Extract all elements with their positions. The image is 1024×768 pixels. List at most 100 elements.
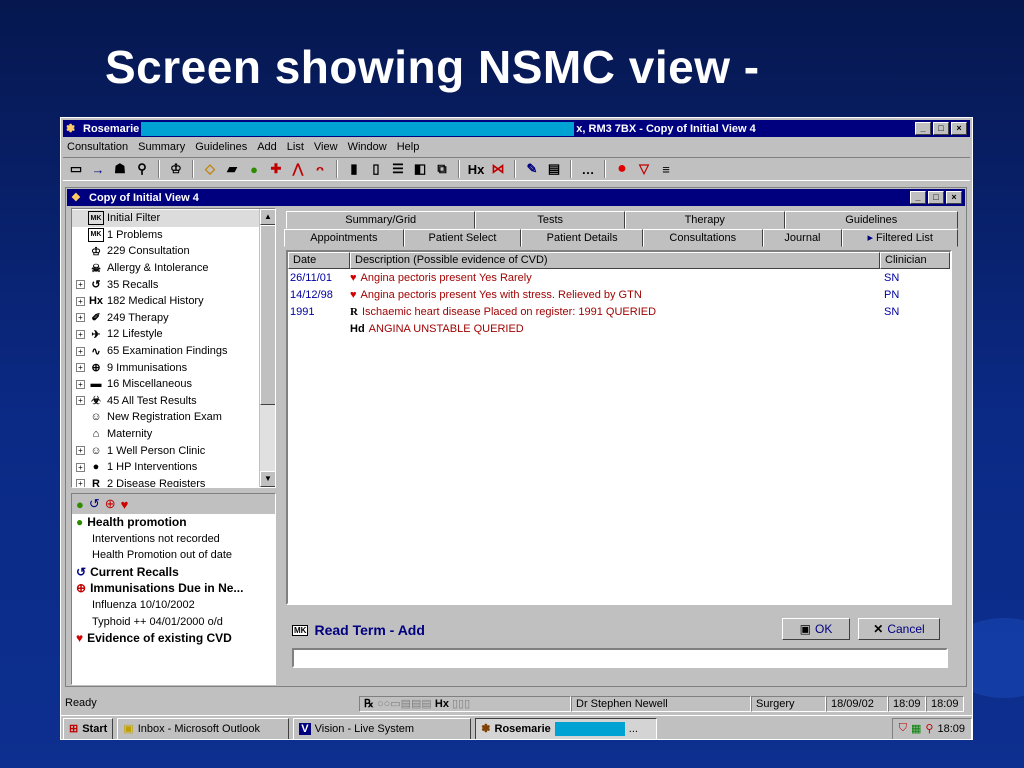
taskbar-rosemarie[interactable]: ✽ Rosemarie ... (475, 717, 658, 739)
expand-icon[interactable]: + (76, 296, 85, 306)
expand-icon[interactable]: + (76, 479, 85, 487)
notes-icon[interactable]: ▰ (223, 160, 241, 178)
child-maximize-button[interactable]: □ (928, 191, 944, 204)
expand-icon[interactable]: + (76, 346, 85, 356)
tree-item[interactable]: + ⊕ 9 Immunisations (72, 359, 259, 376)
menu-consultation[interactable]: Consultation (67, 141, 128, 153)
search-icon[interactable]: ⚲ (925, 722, 933, 735)
expand-icon[interactable]: + (76, 313, 85, 323)
page-icon[interactable]: ▯ (367, 160, 385, 178)
lifestyle-icon[interactable]: ⋀ (289, 160, 307, 178)
menu-guidelines[interactable]: Guidelines (195, 141, 247, 153)
scroll-down-arrow[interactable]: ▼ (260, 471, 275, 487)
table-row[interactable]: 14/12/98 ♥ Angina pectoris present Yes wit… (288, 286, 950, 303)
tab-summary-grid[interactable]: Summary/Grid (286, 211, 476, 229)
taskbar-vision[interactable]: V Vision - Live System (293, 717, 472, 739)
sort-icon[interactable]: ≡ (657, 160, 675, 178)
tree-item[interactable]: ☺ New Registration Exam (72, 409, 259, 426)
tree-item[interactable]: + ● 1 HP Interventions (72, 459, 259, 476)
family-icon[interactable]: ☗ (111, 160, 129, 178)
child-close-button[interactable]: × (946, 191, 962, 204)
maximize-button[interactable]: □ (933, 122, 949, 135)
tree-item[interactable]: + Hx 182 Medical History (72, 293, 259, 310)
menu-list[interactable]: List (287, 141, 304, 153)
document-icon[interactable]: ▤ (545, 160, 563, 178)
expand-icon[interactable]: + (76, 280, 85, 290)
tab-appointments[interactable]: Appointments (284, 229, 404, 247)
minimize-button[interactable]: _ (915, 122, 931, 135)
allergy-icon[interactable]: ◇ (201, 160, 219, 178)
filter-icon[interactable]: ▽ (635, 160, 653, 178)
tab-filtered-list[interactable]: ▸ Filtered List (842, 229, 958, 247)
tree-item[interactable]: MK 1 Problems (72, 227, 259, 244)
read-term-input[interactable] (292, 648, 948, 668)
tree-scrollbar[interactable]: ▲ ▼ (259, 209, 275, 487)
patient-arrow-icon[interactable]: → (89, 160, 107, 178)
expand-icon[interactable]: + (76, 329, 85, 339)
tree-item[interactable]: MK Initial Filter (72, 210, 259, 227)
child-minimize-button[interactable]: _ (910, 191, 926, 204)
tree-item[interactable]: + ☺ 1 Well Person Clinic (72, 442, 259, 459)
apple-icon[interactable]: ● (76, 497, 84, 512)
cross-icon[interactable]: ✚ (267, 160, 285, 178)
tree-item[interactable]: + ✈ 12 Lifestyle (72, 326, 259, 343)
tab-therapy[interactable]: Therapy (625, 211, 785, 229)
tree-item[interactable]: ⌂ Maternity (72, 426, 259, 443)
expand-icon[interactable]: + (76, 396, 85, 406)
network-icon[interactable]: ▦ (911, 722, 921, 735)
more-icon[interactable]: … (579, 160, 597, 178)
expand-icon[interactable]: + (76, 363, 85, 373)
taskbar-outlook[interactable]: ▣ Inbox - Microsoft Outlook (117, 717, 290, 739)
scroll-up-arrow[interactable]: ▲ (260, 209, 275, 225)
magnify-icon[interactable]: ⚲ (133, 160, 151, 178)
menu-summary[interactable]: Summary (138, 141, 185, 153)
tree-item[interactable]: + ▬ 16 Miscellaneous (72, 376, 259, 393)
menu-help[interactable]: Help (397, 141, 420, 153)
tab-guidelines[interactable]: Guidelines (784, 211, 959, 229)
tree-item[interactable]: ♔ 229 Consultation (72, 243, 259, 260)
syringe-icon[interactable]: ✎ (523, 160, 541, 178)
heart-icon[interactable]: ♥ (121, 497, 129, 512)
close-button[interactable]: × (951, 122, 967, 135)
tab-consultations[interactable]: Consultations (642, 229, 763, 247)
tab-patient-select[interactable]: Patient Select (403, 229, 522, 247)
table-row[interactable]: Hd ANGINA UNSTABLE QUERIED (288, 320, 950, 337)
expand-icon[interactable]: + (76, 379, 85, 389)
shield-icon[interactable]: ⛉ (899, 722, 907, 735)
ok-button[interactable]: ▣ OK (782, 618, 850, 640)
book-icon[interactable]: ▮ (345, 160, 363, 178)
scroll-thumb[interactable] (260, 225, 275, 405)
apple-icon[interactable]: ● (245, 160, 263, 178)
list-icon[interactable]: ☰ (389, 160, 407, 178)
tree-item[interactable]: + ↺ 35 Recalls (72, 276, 259, 293)
copy-icon[interactable]: ⧉ (433, 160, 451, 178)
tree-item[interactable]: + ∿ 65 Examination Findings (72, 343, 259, 360)
tree-item[interactable]: ☠ Allergy & Intolerance (72, 260, 259, 277)
table-row[interactable]: 26/11/01 ♥ Angina pectoris present Yes Rar… (288, 269, 950, 286)
menu-window[interactable]: Window (348, 141, 387, 153)
menu-view[interactable]: View (314, 141, 338, 153)
tab-patient-details[interactable]: Patient Details (521, 229, 643, 247)
chair-icon[interactable]: ♔ (167, 160, 185, 178)
expand-icon[interactable]: + (76, 462, 85, 472)
tree-item[interactable]: + ☣ 45 All Test Results (72, 393, 259, 410)
column-header-description[interactable]: Description (Possible evidence of CVD) (350, 252, 880, 269)
table-row[interactable]: 1991 R Ischaemic heart disease Placed on r… (288, 303, 950, 320)
start-button[interactable]: ⊞ Start (63, 717, 114, 739)
recall-icon[interactable]: ᴖ (311, 160, 329, 178)
contacts-icon[interactable]: ◧ (411, 160, 429, 178)
tab-tests[interactable]: Tests (475, 211, 625, 229)
tree-item[interactable]: + ✐ 249 Therapy (72, 310, 259, 327)
recall-icon[interactable]: ↺ (89, 496, 100, 512)
column-header-date[interactable]: Date (288, 252, 350, 269)
bone-icon[interactable]: ⋈ (489, 160, 507, 178)
screen-icon[interactable]: ▭ (67, 160, 85, 178)
child-title-bar[interactable]: ❖ Copy of Initial View 4 _ □ × (67, 189, 965, 206)
menu-add[interactable]: Add (257, 141, 277, 153)
tree-item[interactable]: + R 2 Disease Registers (72, 476, 259, 487)
immunisation-icon[interactable]: ⊕ (105, 496, 116, 512)
column-header-clinician[interactable]: Clinician (880, 252, 950, 269)
expand-icon[interactable]: + (76, 446, 85, 456)
stop-icon[interactable]: ● (613, 160, 631, 178)
cancel-button[interactable]: ✕ Cancel (858, 618, 940, 640)
